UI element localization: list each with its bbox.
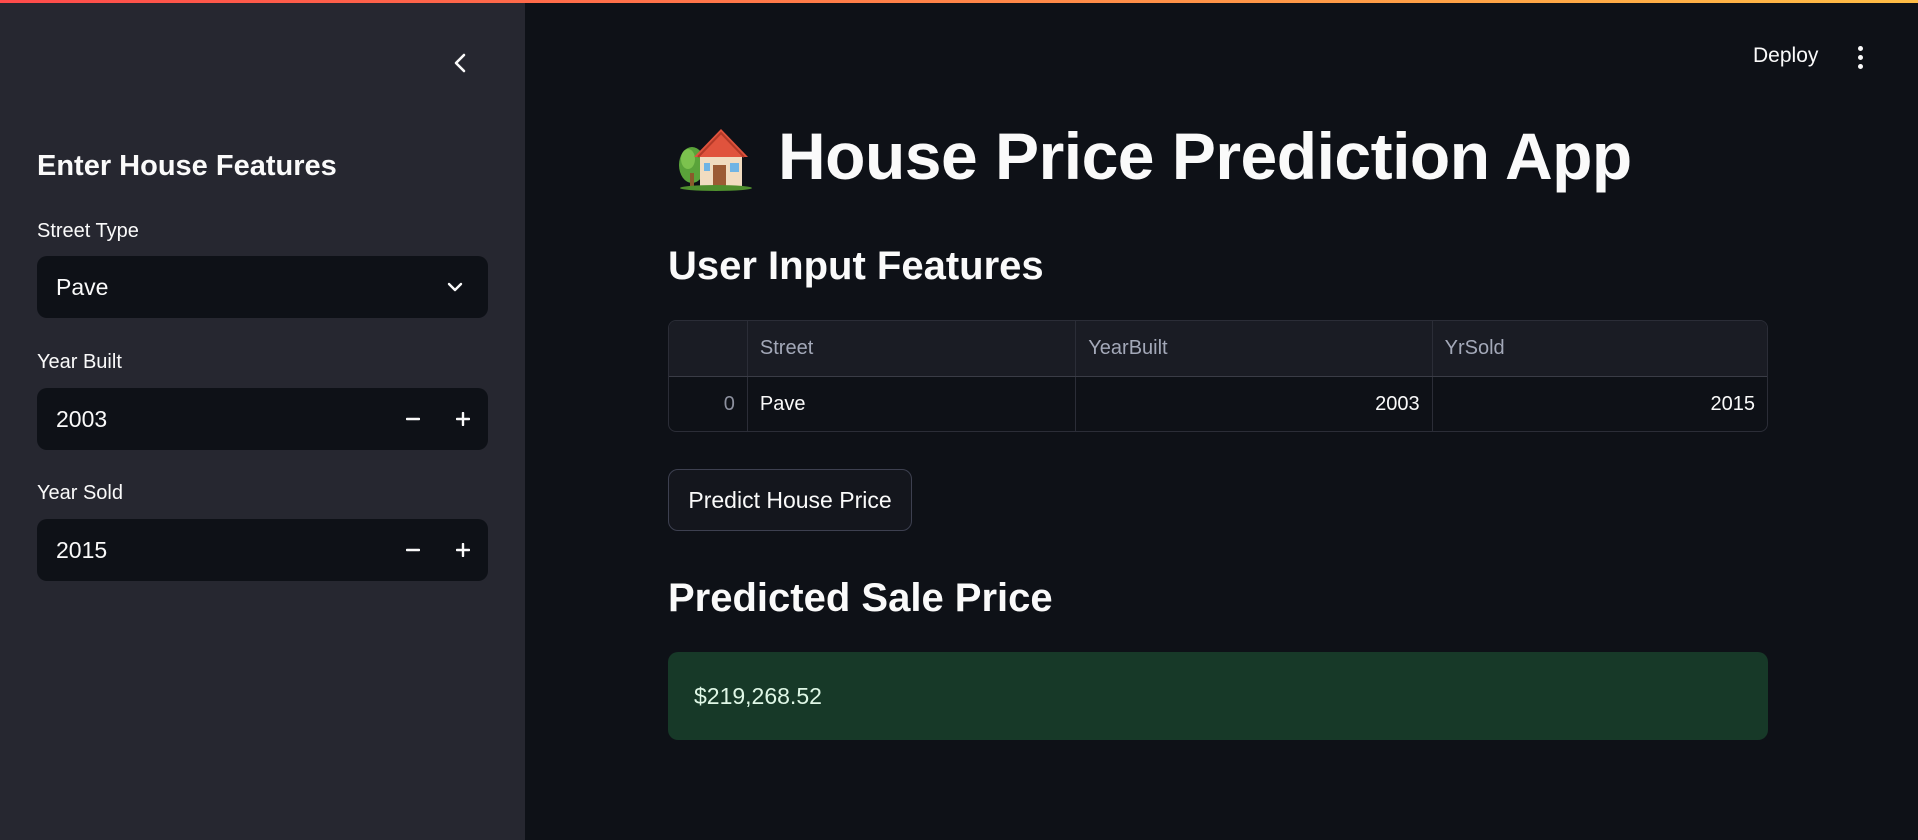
street-type-label: Street Type xyxy=(37,220,139,242)
minus-icon xyxy=(406,548,420,552)
top-accent-bar xyxy=(0,0,1918,3)
street-type-select[interactable]: Pave xyxy=(37,256,488,318)
sidebar-title: Enter House Features xyxy=(37,150,337,182)
sidebar-collapse-button[interactable] xyxy=(443,46,477,80)
year-sold-input[interactable]: 2015 xyxy=(37,519,488,581)
year-built-input[interactable]: 2003 xyxy=(37,388,488,450)
table-cell-index: 0 xyxy=(669,377,748,431)
table-header-index xyxy=(669,321,748,376)
app-title-text: House Price Prediction App xyxy=(778,119,1632,193)
year-sold-increment-button[interactable] xyxy=(438,519,488,581)
table-cell-yrsold[interactable]: 2015 xyxy=(1433,377,1767,431)
year-built-label: Year Built xyxy=(37,351,122,373)
predicted-price-value: $219,268.52 xyxy=(694,682,822,709)
table-header-row: Street YearBuilt YrSold xyxy=(669,321,1767,377)
table-cell-street[interactable]: Pave xyxy=(748,377,1077,431)
predicted-price-alert: $219,268.52 xyxy=(668,652,1768,740)
table-header-yrsold[interactable]: YrSold xyxy=(1433,321,1767,376)
year-sold-label: Year Sold xyxy=(37,482,123,504)
house-icon xyxy=(679,129,752,191)
user-input-table[interactable]: Street YearBuilt YrSold 0 Pave 2003 2015 xyxy=(668,320,1768,432)
year-sold-decrement-button[interactable] xyxy=(388,519,438,581)
street-type-value: Pave xyxy=(56,273,109,300)
predicted-sale-price-heading: Predicted Sale Price xyxy=(668,576,1053,620)
deploy-button[interactable]: Deploy xyxy=(1753,44,1818,68)
user-input-heading: User Input Features xyxy=(668,244,1044,288)
year-sold-value[interactable]: 2015 xyxy=(37,537,388,564)
plus-icon xyxy=(456,543,470,557)
page-title: House Price Prediction App xyxy=(678,118,1632,194)
minus-icon xyxy=(406,417,420,421)
plus-icon xyxy=(456,412,470,426)
table-header-yearbuilt[interactable]: YearBuilt xyxy=(1076,321,1433,376)
year-built-increment-button[interactable] xyxy=(438,388,488,450)
chevron-down-icon xyxy=(440,272,470,302)
chevron-left-icon xyxy=(454,53,466,73)
table-header-street[interactable]: Street xyxy=(748,321,1077,376)
main-menu-button[interactable] xyxy=(1846,42,1874,72)
year-built-decrement-button[interactable] xyxy=(388,388,438,450)
vertical-dots-icon xyxy=(1857,45,1863,51)
year-built-value[interactable]: 2003 xyxy=(37,406,388,433)
predict-house-price-button[interactable]: Predict House Price xyxy=(668,469,912,531)
table-cell-yearbuilt[interactable]: 2003 xyxy=(1076,377,1433,431)
table-row: 0 Pave 2003 2015 xyxy=(669,377,1767,431)
sidebar: Enter House Features Street Type Pave Ye… xyxy=(0,0,525,840)
